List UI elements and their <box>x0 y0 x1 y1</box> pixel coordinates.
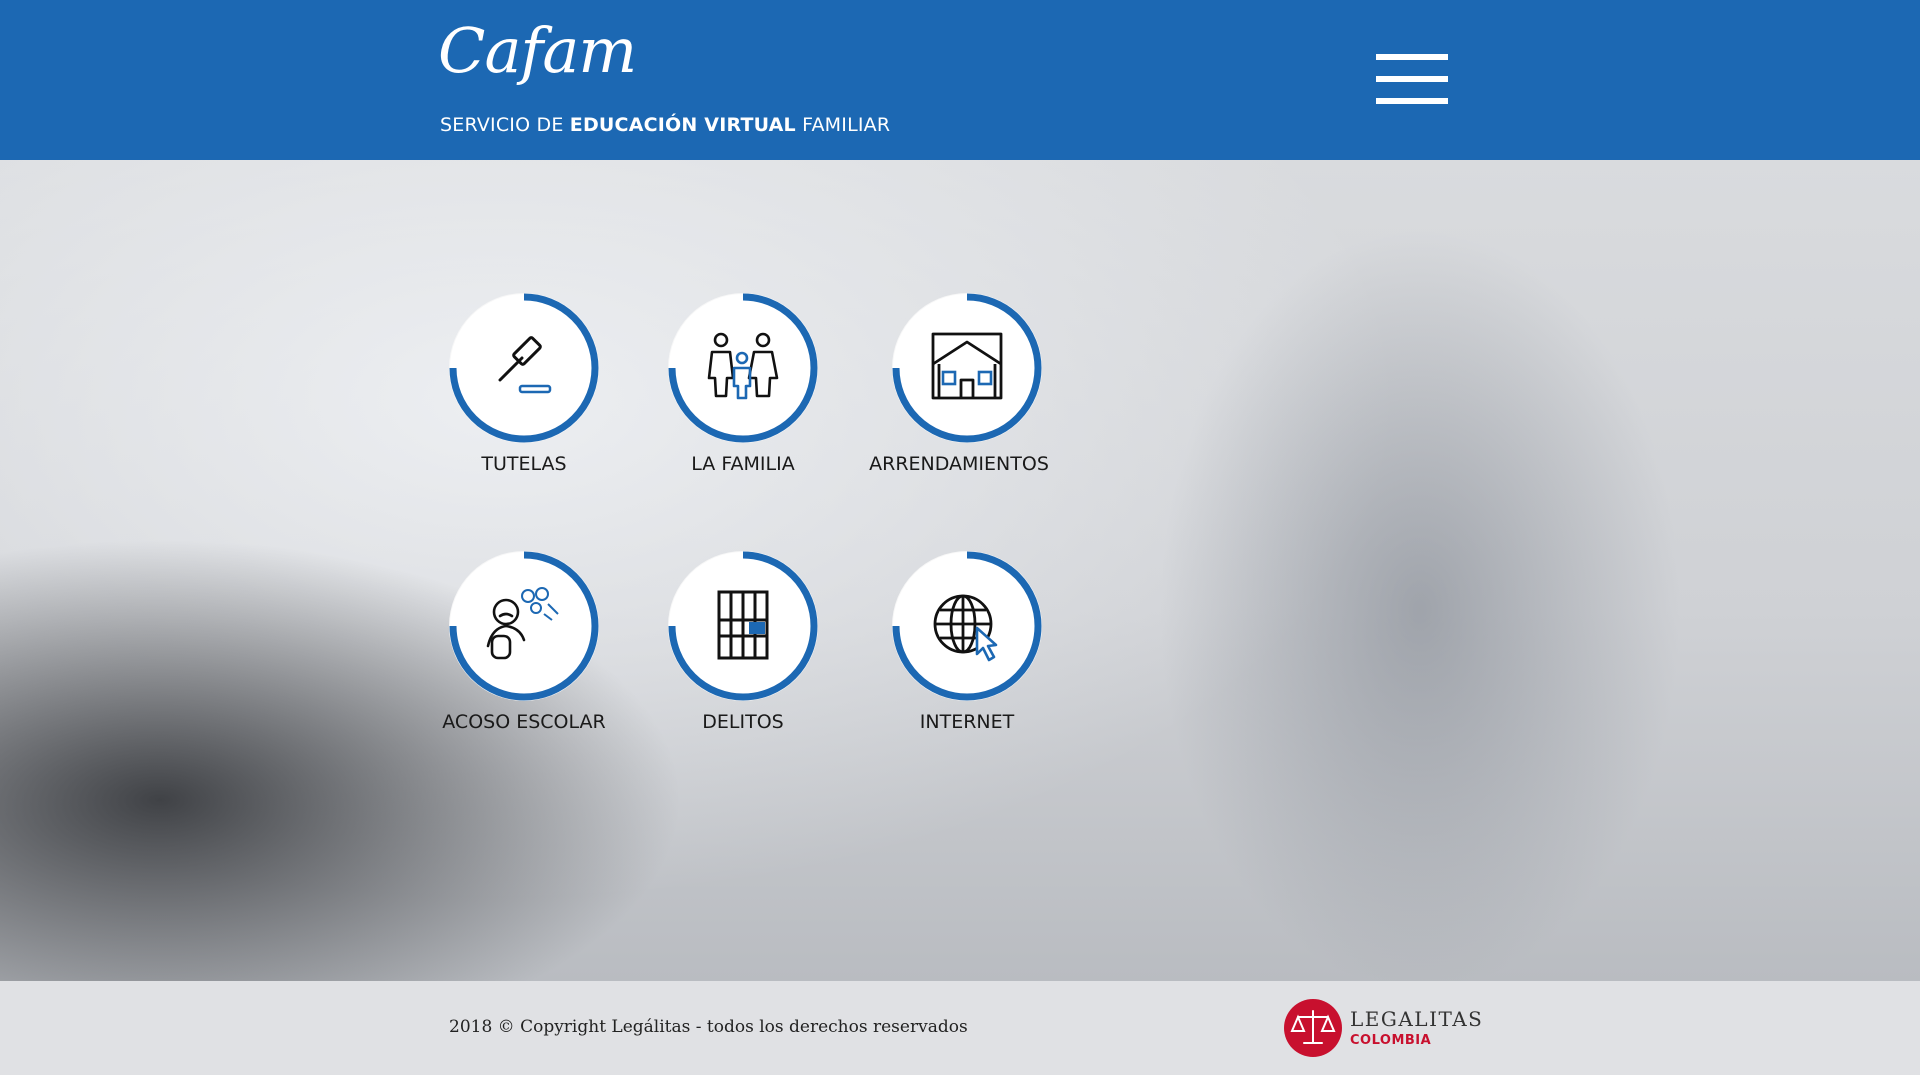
category-label: LA FAMILIA <box>691 453 795 475</box>
category-tutelas[interactable]: TUTELAS <box>449 293 679 493</box>
scales-of-justice-icon <box>1284 999 1342 1057</box>
gavel-icon <box>498 336 552 394</box>
category-delitos[interactable]: DELITOS <box>668 551 898 751</box>
hero-background: TUTELAS LA FAMILIA ARRENDAMIENTOS ACOSO … <box>0 160 1920 981</box>
category-internet[interactable]: INTERNET <box>892 551 1122 751</box>
house-icon <box>931 332 1003 400</box>
category-label: DELITOS <box>702 711 784 733</box>
category-label: TUTELAS <box>481 453 567 475</box>
family-icon <box>707 332 779 400</box>
category-la-familia[interactable]: LA FAMILIA <box>668 293 898 493</box>
menu-bar-middle <box>1376 76 1448 82</box>
category-acoso-escolar[interactable]: ACOSO ESCOLAR <box>442 551 679 751</box>
copyright-text: 2018 © Copyright Legálitas - todos los d… <box>449 1017 968 1037</box>
category-arrendamientos[interactable]: ARRENDAMIENTOS <box>869 293 1122 493</box>
category-label: ARRENDAMIENTOS <box>869 453 1049 475</box>
jail-cell-icon <box>717 590 769 660</box>
brand-subtitle: COLOMBIA <box>1350 1033 1432 1048</box>
globe-cursor-icon <box>933 594 998 662</box>
tagline-bold: EDUCACIÓN VIRTUAL <box>569 114 796 136</box>
category-label: ACOSO ESCOLAR <box>442 711 606 733</box>
legalitas-logo[interactable]: LEGALITAS COLOMBIA <box>1284 999 1484 1059</box>
brand-name: LEGALITAS <box>1350 1007 1484 1031</box>
hamburger-menu-icon[interactable] <box>1376 52 1450 106</box>
category-label: INTERNET <box>919 711 1015 733</box>
site-footer: 2018 © Copyright Legálitas - todos los d… <box>0 981 1920 1075</box>
menu-bar-bottom <box>1376 98 1448 104</box>
menu-bar-top <box>1376 54 1448 60</box>
site-header: Cafam SERVICIO DE EDUCACIÓN VIRTUAL FAMI… <box>0 0 1920 160</box>
tagline-suffix: FAMILIAR <box>795 114 891 136</box>
bullying-icon <box>486 587 559 660</box>
site-tagline: SERVICIO DE EDUCACIÓN VIRTUAL FAMILIAR <box>440 114 890 136</box>
cafam-logo[interactable]: Cafam <box>438 20 637 82</box>
tagline-prefix: SERVICIO DE <box>440 114 570 136</box>
